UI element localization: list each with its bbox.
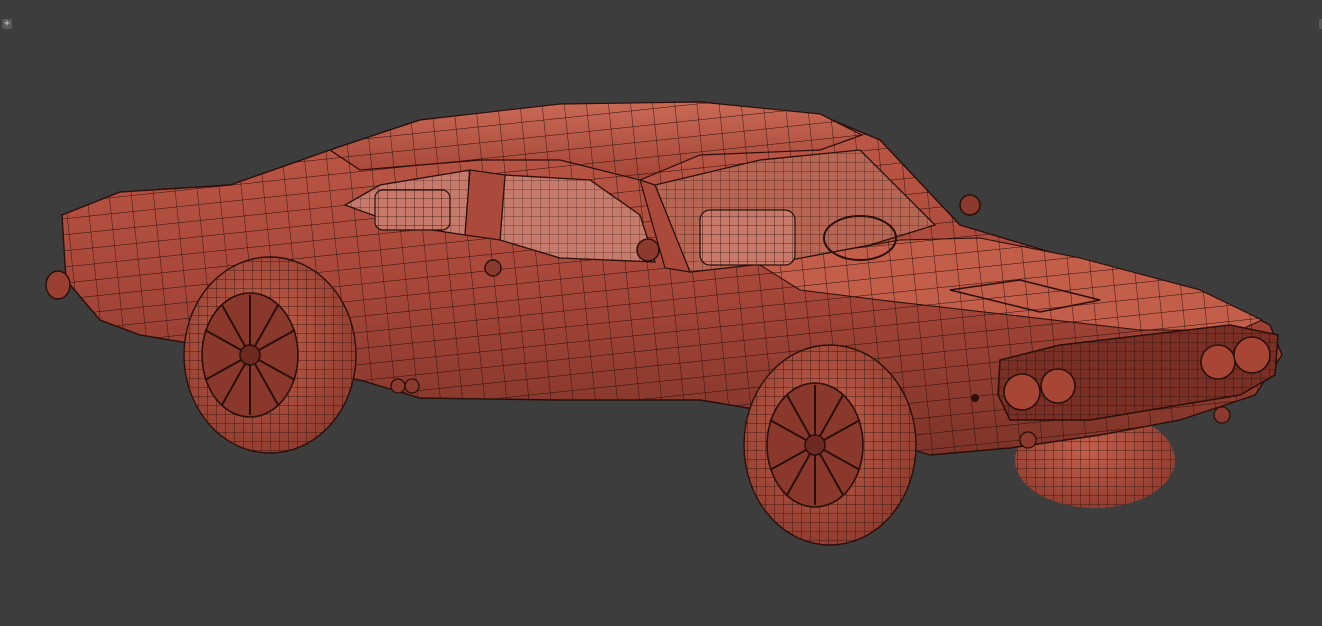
front-near-wheel: [743, 344, 917, 546]
wireframe-car-model[interactable]: [0, 0, 1322, 626]
tow-hook-right: [1213, 406, 1231, 424]
rear-bumper-light: [45, 270, 71, 300]
tow-hook-left: [1019, 431, 1037, 449]
bumper-bolt: [971, 394, 979, 402]
door-handle: [484, 259, 502, 277]
3d-viewport[interactable]: +: [0, 0, 1322, 626]
side-mirror: [636, 238, 660, 262]
side-mirror-right: [959, 194, 981, 216]
rear-near-wheel: [183, 256, 357, 454]
